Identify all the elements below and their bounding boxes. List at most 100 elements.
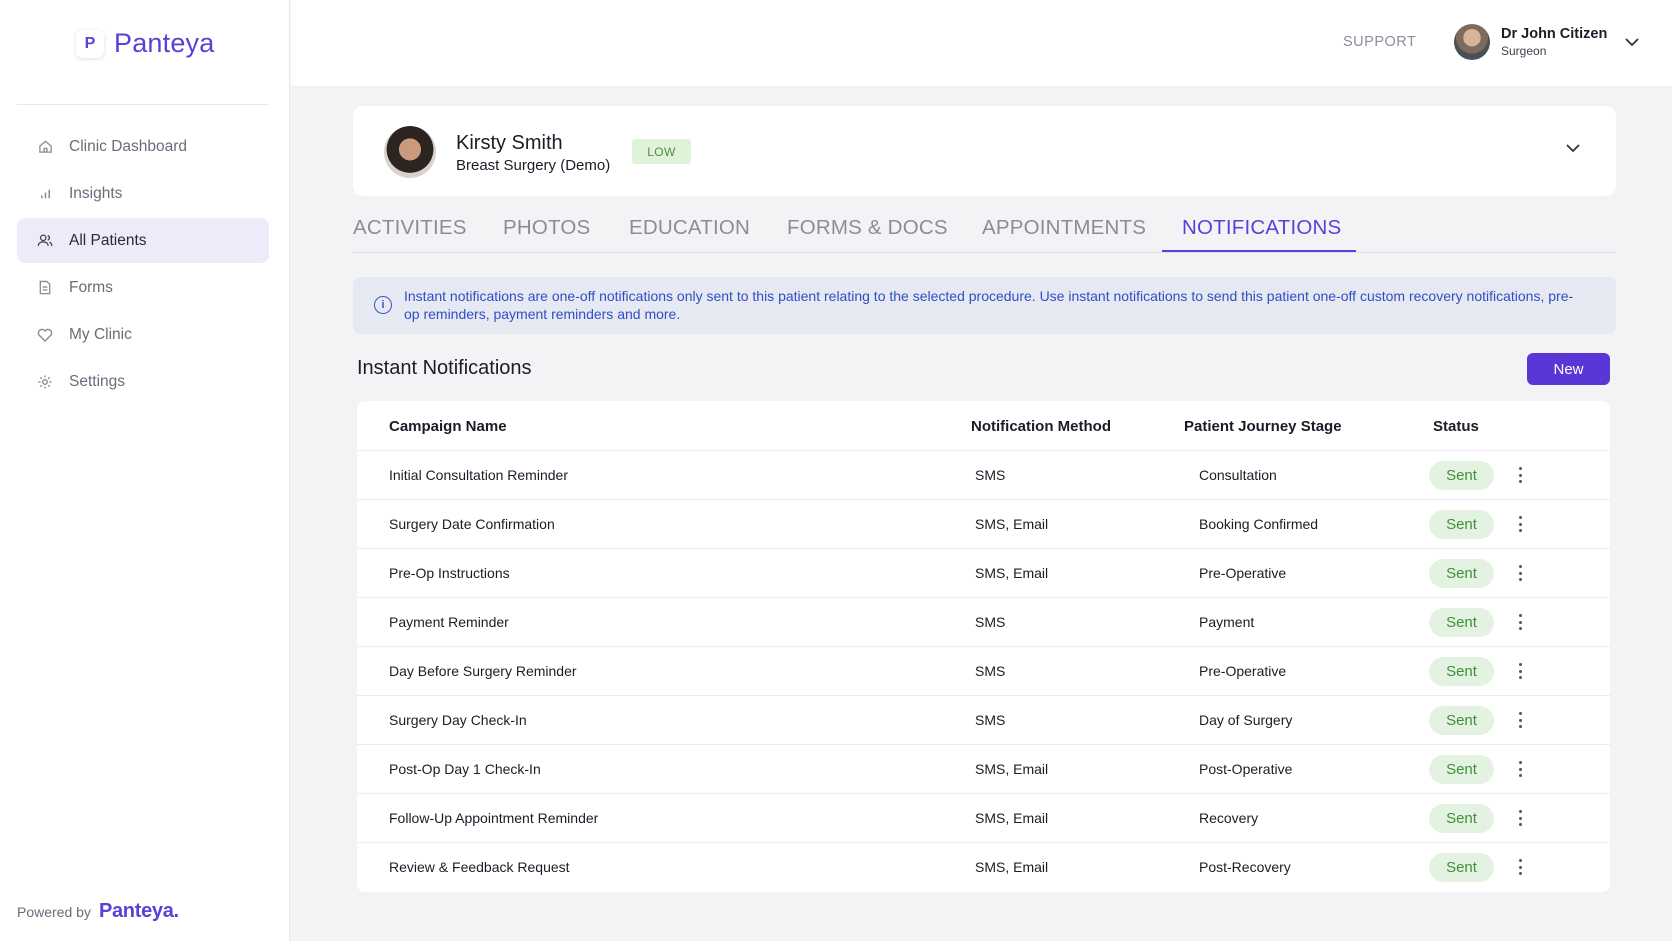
info-text: Instant notifications are one-off notifi…: [404, 288, 1574, 322]
powered-by-brand: Panteya.: [98, 900, 179, 922]
chevron-down-icon[interactable]: [1624, 34, 1640, 52]
sidebar-item-my-clinic[interactable]: My Clinic: [17, 312, 269, 357]
status-badge: Sent: [1429, 461, 1494, 490]
patient-avatar: [384, 126, 436, 178]
campaign-name: Day Before Surgery Reminder: [389, 663, 577, 679]
user-name: Dr John Citizen: [1501, 26, 1608, 42]
notification-method: SMS, Email: [975, 761, 1049, 777]
sidebar-item-label: All Patients: [69, 231, 147, 249]
notification-method: SMS, Email: [975, 810, 1049, 826]
tab-bar: ACTIVITIES PHOTOS EDUCATION FORMS & DOCS…: [353, 212, 1616, 253]
campaign-name: Follow-Up Appointment Reminder: [389, 810, 599, 826]
campaign-name: Payment Reminder: [389, 614, 509, 630]
more-options-icon[interactable]: [1514, 465, 1526, 485]
home-icon: [37, 139, 53, 155]
journey-stage: Pre-Operative: [1199, 663, 1287, 679]
document-icon: [37, 280, 53, 296]
journey-stage: Pre-Operative: [1199, 565, 1287, 581]
notification-method: SMS: [975, 663, 1006, 679]
sidebar-nav: Clinic Dashboard Insights All Patients F…: [17, 124, 269, 406]
tab-notifications[interactable]: NOTIFICATIONS: [1182, 216, 1341, 240]
active-tab-indicator: [1162, 250, 1356, 252]
notification-method: SMS: [975, 467, 1006, 483]
support-link[interactable]: SUPPORT: [1343, 34, 1416, 50]
tab-activities[interactable]: ACTIVITIES: [353, 216, 467, 240]
new-notification-button[interactable]: New: [1527, 353, 1610, 385]
campaign-name: Surgery Date Confirmation: [389, 516, 555, 532]
campaign-name: Surgery Day Check-In: [389, 712, 527, 728]
more-options-icon[interactable]: [1514, 563, 1526, 583]
sidebar-item-clinic-dashboard[interactable]: Clinic Dashboard: [17, 124, 269, 169]
info-icon: i: [374, 296, 392, 314]
sidebar: P Panteya Clinic Dashboard Insights All …: [0, 0, 290, 941]
journey-stage: Payment: [1199, 614, 1255, 630]
campaign-name: Post-Op Day 1 Check-In: [389, 761, 541, 777]
sidebar-item-insights[interactable]: Insights: [17, 171, 269, 216]
table-row[interactable]: Pre-Op Instructions SMS, Email Pre-Operati…: [357, 549, 1610, 598]
user-menu[interactable]: Dr John Citizen Surgeon: [1454, 24, 1607, 60]
chevron-down-icon[interactable]: [1565, 140, 1581, 158]
status-badge: Sent: [1429, 755, 1494, 784]
tab-appointments[interactable]: APPOINTMENTS: [982, 216, 1146, 240]
status-badge: Sent: [1429, 706, 1494, 735]
patient-name: Kirsty Smith: [456, 132, 563, 154]
campaign-name: Review & Feedback Request: [389, 859, 570, 875]
column-header-notification-method[interactable]: Notification Method: [971, 418, 1111, 435]
notifications-table: Campaign Name Notification Method Patien…: [357, 401, 1610, 892]
logo[interactable]: P Panteya: [76, 28, 214, 59]
journey-stage: Post-Operative: [1199, 761, 1293, 777]
more-options-icon[interactable]: [1514, 710, 1526, 730]
table-row[interactable]: Post-Op Day 1 Check-In SMS, Email Post-Ope…: [357, 745, 1610, 794]
avatar: [1454, 24, 1490, 60]
column-header-campaign-name[interactable]: Campaign Name: [389, 418, 507, 435]
gear-icon: [37, 374, 53, 390]
table-row[interactable]: Day Before Surgery Reminder SMS Pre-Operat…: [357, 647, 1610, 696]
journey-stage: Post-Recovery: [1199, 859, 1291, 875]
powered-by-label: Powered by: [17, 904, 91, 920]
sidebar-item-all-patients[interactable]: All Patients: [17, 218, 269, 263]
sidebar-item-forms[interactable]: Forms: [17, 265, 269, 310]
notification-method: SMS: [975, 614, 1006, 630]
more-options-icon[interactable]: [1514, 661, 1526, 681]
table-row[interactable]: Surgery Day Check-In SMS Day of Surgery Sen…: [357, 696, 1610, 745]
powered-by: Powered by Panteya.: [17, 900, 179, 923]
tab-photos[interactable]: PHOTOS: [503, 216, 590, 240]
status-badge: Sent: [1429, 608, 1494, 637]
table-row[interactable]: Follow-Up Appointment Reminder SMS, Email…: [357, 794, 1610, 843]
journey-stage: Consultation: [1199, 467, 1277, 483]
user-role: Surgeon: [1501, 44, 1547, 58]
campaign-name: Initial Consultation Reminder: [389, 467, 568, 483]
sidebar-item-label: Clinic Dashboard: [69, 137, 188, 155]
risk-badge: LOW: [632, 139, 691, 164]
column-header-journey-stage[interactable]: Patient Journey Stage: [1184, 418, 1342, 435]
notification-method: SMS, Email: [975, 859, 1049, 875]
campaign-name: Pre-Op Instructions: [389, 565, 510, 581]
tab-education[interactable]: EDUCATION: [629, 216, 750, 240]
status-badge: Sent: [1429, 510, 1494, 539]
user-info: Dr John Citizen Surgeon: [1501, 26, 1607, 58]
column-header-status[interactable]: Status: [1433, 418, 1479, 435]
sidebar-item-settings[interactable]: Settings: [17, 359, 269, 404]
more-options-icon[interactable]: [1514, 808, 1526, 828]
table-row[interactable]: Surgery Date Confirmation SMS, Email Booki…: [357, 500, 1610, 549]
more-options-icon[interactable]: [1514, 612, 1526, 632]
journey-stage: Recovery: [1199, 810, 1259, 826]
status-badge: Sent: [1429, 853, 1494, 882]
status-badge: Sent: [1429, 559, 1494, 588]
status-badge: Sent: [1429, 657, 1494, 686]
section-title: Instant Notifications: [357, 357, 532, 379]
bar-chart-icon: [37, 186, 53, 202]
sidebar-item-label: Forms: [69, 278, 113, 296]
table-header: Campaign Name Notification Method Patien…: [357, 401, 1610, 451]
table-row[interactable]: Payment Reminder SMS Payment Sent: [357, 598, 1610, 647]
more-options-icon[interactable]: [1514, 759, 1526, 779]
patient-card: Kirsty Smith Breast Surgery (Demo) LOW: [353, 106, 1616, 196]
tab-forms-docs[interactable]: FORMS & DOCS: [787, 216, 948, 240]
more-options-icon[interactable]: [1514, 514, 1526, 534]
table-row[interactable]: Initial Consultation Reminder SMS Consulta…: [357, 451, 1610, 500]
users-icon: [37, 233, 53, 249]
table-row[interactable]: Review & Feedback Request SMS, Email Post-…: [357, 843, 1610, 892]
notification-method: SMS, Email: [975, 565, 1049, 581]
more-options-icon[interactable]: [1514, 857, 1526, 877]
sidebar-item-label: Insights: [69, 184, 123, 202]
